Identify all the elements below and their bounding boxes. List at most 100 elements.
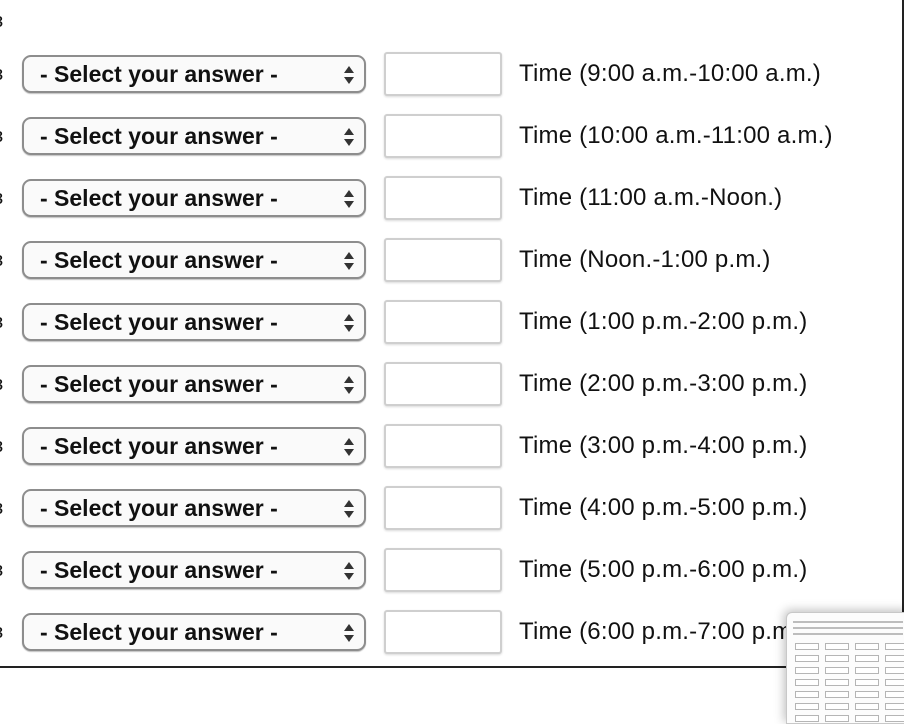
thumb-cell <box>885 643 904 650</box>
time-value-input[interactable] <box>384 238 502 282</box>
time-value-input[interactable] <box>384 610 502 654</box>
thumb-cell <box>825 643 849 650</box>
answer-select[interactable]: - Select your answer - <box>22 551 366 589</box>
thumb-cell <box>795 703 819 710</box>
thumb-cell <box>855 715 879 722</box>
constraint-row: з - Select your answer - Time (3:00 p.m.… <box>0 424 902 473</box>
thumb-cell <box>825 691 849 698</box>
thumb-cell <box>825 679 849 686</box>
select-value: - Select your answer - <box>40 123 278 149</box>
time-label: Time (5:00 p.m.-6:00 p.m.) <box>519 556 808 583</box>
thumb-cell <box>795 667 819 674</box>
thumb-cell <box>825 703 849 710</box>
constraint-row: з - Select your answer - Time (5:00 p.m.… <box>0 548 902 597</box>
thumb-text-line <box>793 627 903 629</box>
thumb-cell <box>885 667 904 674</box>
time-value-input[interactable] <box>384 548 502 592</box>
thumb-cell <box>825 667 849 674</box>
constraint-row: з - Select your answer - Time (9:00 a.m.… <box>0 52 902 101</box>
time-value-input[interactable] <box>384 114 502 158</box>
thumb-cell <box>795 679 819 686</box>
cropped-glyph: з <box>0 497 8 519</box>
constraint-row: з - Select your answer - Time (10:00 a.m… <box>0 114 902 163</box>
time-label: Time (Noon.-1:00 p.m.) <box>519 246 771 273</box>
select-value: - Select your answer - <box>40 309 278 335</box>
thumb-cell <box>795 643 819 650</box>
answer-select[interactable]: - Select your answer - <box>22 179 366 217</box>
thumb-cell <box>855 667 879 674</box>
constraint-row: з - Select your answer - Time (11:00 a.m… <box>0 176 902 225</box>
cropped-glyph: з <box>0 559 8 581</box>
time-label: Time (6:00 p.m.-7:00 p.m.) <box>519 618 808 645</box>
answer-select[interactable]: - Select your answer - <box>22 55 366 93</box>
thumb-cell <box>825 655 849 662</box>
answer-select[interactable]: - Select your answer - <box>22 613 366 651</box>
cropped-glyph: з <box>0 249 8 271</box>
time-label: Time (4:00 p.m.-5:00 p.m.) <box>519 494 808 521</box>
thumb-cell <box>795 691 819 698</box>
thumb-text-line <box>793 621 903 623</box>
thumb-cell <box>855 679 879 686</box>
cropped-glyph: з <box>0 621 8 643</box>
answer-select[interactable]: - Select your answer - <box>22 427 366 465</box>
select-value: - Select your answer - <box>40 185 278 211</box>
screenshot-thumbnail[interactable] <box>786 612 904 724</box>
time-label: Time (2:00 p.m.-3:00 p.m.) <box>519 370 808 397</box>
time-value-input[interactable] <box>384 486 502 530</box>
cropped-glyph: з <box>0 63 8 85</box>
time-value-input[interactable] <box>384 176 502 220</box>
select-value: - Select your answer - <box>40 495 278 521</box>
up-down-arrows-icon <box>344 252 354 270</box>
time-value-input[interactable] <box>384 52 502 96</box>
cropped-glyph: з <box>0 435 8 457</box>
constraint-row: з - Select your answer - Time (2:00 p.m.… <box>0 362 902 411</box>
thumb-cell <box>795 655 819 662</box>
time-value-input[interactable] <box>384 300 502 344</box>
cropped-glyph: з <box>0 125 8 147</box>
time-label: Time (10:00 a.m.-11:00 a.m.) <box>519 122 833 149</box>
up-down-arrows-icon <box>344 624 354 642</box>
select-value: - Select your answer - <box>40 371 278 397</box>
cropped-glyph: з <box>0 10 8 32</box>
time-value-input[interactable] <box>384 424 502 468</box>
time-label: Time (11:00 a.m.-Noon.) <box>519 184 783 211</box>
thumb-cell <box>855 643 879 650</box>
constraint-row: з - Select your answer - Time (6:00 p.m.… <box>0 610 902 659</box>
up-down-arrows-icon <box>344 500 354 518</box>
up-down-arrows-icon <box>344 438 354 456</box>
answer-select[interactable]: - Select your answer - <box>22 117 366 155</box>
constraint-row: з - Select your answer - Time (4:00 p.m.… <box>0 486 902 535</box>
up-down-arrows-icon <box>344 314 354 332</box>
up-down-arrows-icon <box>344 376 354 394</box>
thumb-cell <box>885 715 904 722</box>
thumb-cell <box>885 655 904 662</box>
constraint-row: з - Select your answer - Time (Noon.-1:0… <box>0 238 902 287</box>
time-label: Time (9:00 a.m.-10:00 a.m.) <box>519 60 821 87</box>
answer-select[interactable]: - Select your answer - <box>22 489 366 527</box>
cropped-glyph: з <box>0 187 8 209</box>
thumb-cell <box>795 715 819 722</box>
up-down-arrows-icon <box>344 562 354 580</box>
up-down-arrows-icon <box>344 128 354 146</box>
thumb-text-line <box>793 633 903 635</box>
thumb-cell <box>885 691 904 698</box>
cropped-glyph: з <box>0 373 8 395</box>
select-value: - Select your answer - <box>40 61 278 87</box>
answer-select[interactable]: - Select your answer - <box>22 365 366 403</box>
time-label: Time (1:00 p.m.-2:00 p.m.) <box>519 308 808 335</box>
select-value: - Select your answer - <box>40 247 278 273</box>
constraint-panel: з з - Select your answer - Time (9:00 a.… <box>0 0 904 668</box>
up-down-arrows-icon <box>344 190 354 208</box>
thumb-cell <box>885 703 904 710</box>
answer-select[interactable]: - Select your answer - <box>22 241 366 279</box>
thumb-cell <box>855 703 879 710</box>
thumb-cell <box>825 715 849 722</box>
time-label: Time (3:00 p.m.-4:00 p.m.) <box>519 432 808 459</box>
thumb-cell <box>885 679 904 686</box>
select-value: - Select your answer - <box>40 557 278 583</box>
answer-select[interactable]: - Select your answer - <box>22 303 366 341</box>
time-value-input[interactable] <box>384 362 502 406</box>
select-value: - Select your answer - <box>40 433 278 459</box>
select-value: - Select your answer - <box>40 619 278 645</box>
thumb-cell <box>855 655 879 662</box>
